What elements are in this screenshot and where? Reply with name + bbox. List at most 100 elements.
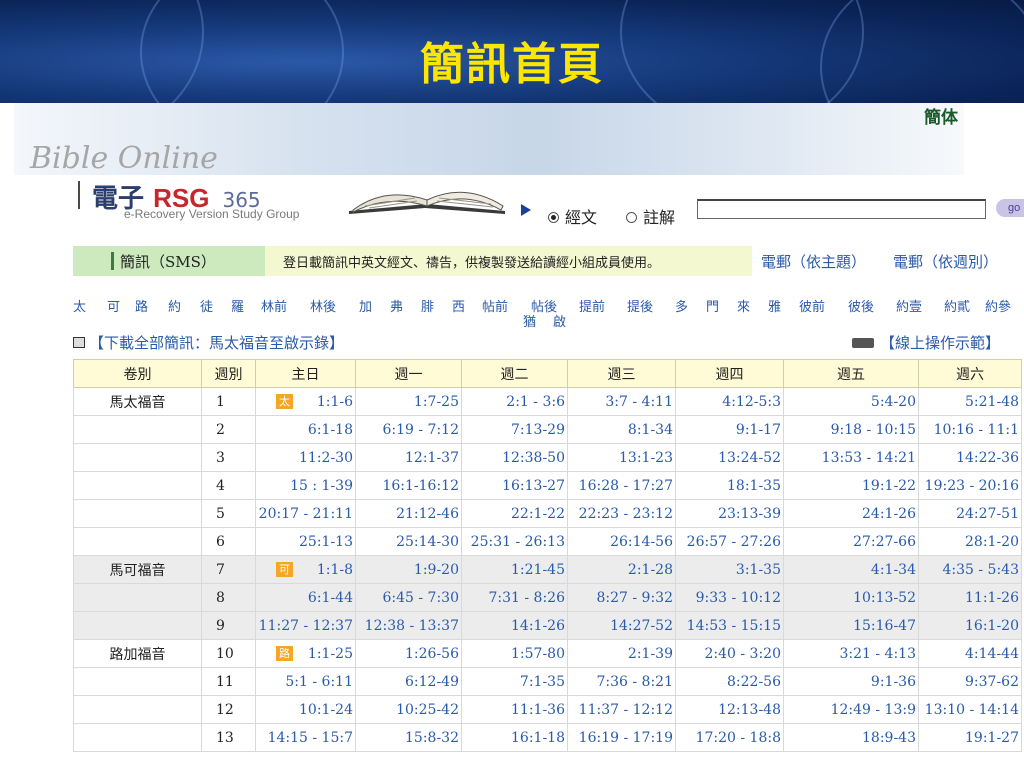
reading-ref-link[interactable]: 13:53 - 14:21 [783,443,919,472]
reading-ref-link[interactable]: 16:19 - 17:19 [567,723,676,752]
reading-ref-link[interactable]: 2:1-39 [567,639,676,668]
reading-ref-link[interactable]: 3:21 - 4:13 [783,639,919,668]
reading-ref-link[interactable]: 12:38-50 [461,443,568,472]
reading-ref-link[interactable]: 4:35 - 5:43 [918,555,1022,584]
reading-ref-link[interactable]: 3:7 - 4:11 [567,387,676,416]
reading-ref-link[interactable]: 17:20 - 18:8 [675,723,784,752]
reading-ref-link[interactable]: 11:1-26 [918,583,1022,612]
reading-ref-link[interactable]: 6:12-49 [355,667,462,696]
reading-ref-link[interactable]: 5:1 - 6:11 [255,667,356,696]
book-link[interactable]: 徒 [200,296,213,315]
reading-ref-link[interactable]: 9:1-17 [675,415,784,444]
book-link[interactable]: 羅 [231,296,244,315]
reading-ref-link[interactable]: 10:1-24 [255,695,356,724]
book-link[interactable]: 啟 [553,311,566,330]
email-by-topic-link[interactable]: 電郵（依主題） [761,251,866,272]
reading-ref-link[interactable]: 9:1-36 [783,667,919,696]
reading-ref-link[interactable]: 21:12-46 [355,499,462,528]
reading-ref-link[interactable]: 6:45 - 7:30 [355,583,462,612]
reading-ref-link[interactable]: 19:23 - 20:16 [918,471,1022,500]
reading-ref-link[interactable]: 20:17 - 21:11 [255,499,356,528]
radio-scripture[interactable]: 經文 [548,204,597,228]
reading-ref-link[interactable]: 18:9-43 [783,723,919,752]
reading-ref-link[interactable]: 5:21-48 [918,387,1022,416]
book-link[interactable]: 彼前 [799,296,825,315]
book-link[interactable]: 約參 [985,296,1011,315]
reading-ref-link[interactable]: 太 1:1-6 [255,387,356,416]
book-link[interactable]: 可 [107,296,120,315]
book-link[interactable]: 多 [675,296,688,315]
book-link[interactable]: 來 [737,296,750,315]
reading-ref-link[interactable]: 2:1-28 [567,555,676,584]
reading-ref-link[interactable]: 16:13-27 [461,471,568,500]
reading-ref-link[interactable]: 10:16 - 11:1 [918,415,1022,444]
book-link[interactable]: 雅 [768,296,781,315]
book-link[interactable]: 約貳 [944,296,970,315]
reading-ref-link[interactable]: 8:27 - 9:32 [567,583,676,612]
book-link[interactable]: 太 [73,296,86,315]
reading-ref-link[interactable]: 15 : 1-39 [255,471,356,500]
reading-ref-link[interactable]: 16:28 - 17:27 [567,471,676,500]
reading-ref-link[interactable]: 1:26-56 [355,639,462,668]
book-link[interactable]: 加 [359,296,372,315]
reading-ref-link[interactable]: 9:33 - 10:12 [675,583,784,612]
reading-ref-link[interactable]: 12:38 - 13:37 [355,611,462,640]
reading-ref-link[interactable]: 4:1-34 [783,555,919,584]
reading-ref-link[interactable]: 19:1-22 [783,471,919,500]
reading-ref-link[interactable]: 1:9-20 [355,555,462,584]
reading-ref-link[interactable]: 6:19 - 7:12 [355,415,462,444]
reading-ref-link[interactable]: 14:27-52 [567,611,676,640]
reading-ref-link[interactable]: 12:49 - 13:9 [783,695,919,724]
reading-ref-link[interactable]: 11:2-30 [255,443,356,472]
reading-ref-link[interactable]: 25:31 - 26:13 [461,527,568,556]
book-link[interactable]: 提後 [627,296,653,315]
book-link[interactable]: 約壹 [896,296,922,315]
book-link[interactable]: 腓 [421,296,434,315]
reading-ref-link[interactable]: 9:37-62 [918,667,1022,696]
reading-ref-link[interactable]: 2:1 - 3:6 [461,387,568,416]
book-link[interactable]: 門 [706,296,719,315]
reading-ref-link[interactable]: 24:1-26 [783,499,919,528]
book-link[interactable]: 帖前 [482,296,508,315]
reading-ref-link[interactable]: 25:1-13 [255,527,356,556]
reading-ref-link[interactable]: 16:1-20 [918,611,1022,640]
reading-ref-link[interactable]: 18:1-35 [675,471,784,500]
reading-ref-link[interactable]: 22:23 - 23:12 [567,499,676,528]
reading-ref-link[interactable]: 28:1-20 [918,527,1022,556]
reading-ref-link[interactable]: 13:1-23 [567,443,676,472]
reading-ref-link[interactable]: 14:15 - 15:7 [255,723,356,752]
reading-ref-link[interactable]: 11:1-36 [461,695,568,724]
book-link[interactable]: 猶 [523,311,536,330]
reading-ref-link[interactable]: 14:22-36 [918,443,1022,472]
go-button[interactable]: go [996,199,1024,217]
book-link[interactable]: 提前 [579,296,605,315]
book-link[interactable]: 約 [168,296,181,315]
reading-ref-link[interactable]: 16:1-16:12 [355,471,462,500]
reading-ref-link[interactable]: 24:27-51 [918,499,1022,528]
reading-ref-link[interactable]: 1:21-45 [461,555,568,584]
reading-ref-link[interactable]: 8:22-56 [675,667,784,696]
book-link[interactable]: 彼後 [848,296,874,315]
reading-ref-link[interactable]: 15:16-47 [783,611,919,640]
reading-ref-link[interactable]: 12:1-37 [355,443,462,472]
book-link[interactable]: 林後 [310,296,336,315]
reading-ref-link[interactable]: 6:1-18 [255,415,356,444]
reading-ref-link[interactable]: 可 1:1-8 [255,555,356,584]
download-all-link[interactable]: 【下載全部簡訊：馬太福音至啟示錄】 [73,332,344,353]
reading-ref-link[interactable]: 14:53 - 15:15 [675,611,784,640]
reading-ref-link[interactable]: 27:27-66 [783,527,919,556]
reading-ref-link[interactable]: 7:13-29 [461,415,568,444]
reading-ref-link[interactable]: 2:40 - 3:20 [675,639,784,668]
book-link[interactable]: 弗 [390,296,403,315]
radio-footnote[interactable]: 註解 [626,204,675,228]
reading-ref-link[interactable]: 3:1-35 [675,555,784,584]
reading-ref-link[interactable]: 4:14-44 [918,639,1022,668]
reading-ref-link[interactable]: 6:1-44 [255,583,356,612]
reading-ref-link[interactable]: 23:13-39 [675,499,784,528]
reading-ref-link[interactable]: 26:14-56 [567,527,676,556]
reading-ref-link[interactable]: 19:1-27 [918,723,1022,752]
reading-ref-link[interactable]: 22:1-22 [461,499,568,528]
reading-ref-link[interactable]: 26:57 - 27:26 [675,527,784,556]
reading-ref-link[interactable]: 路 1:1-25 [255,639,356,668]
simplified-chinese-link[interactable]: 簡体 [924,103,958,128]
